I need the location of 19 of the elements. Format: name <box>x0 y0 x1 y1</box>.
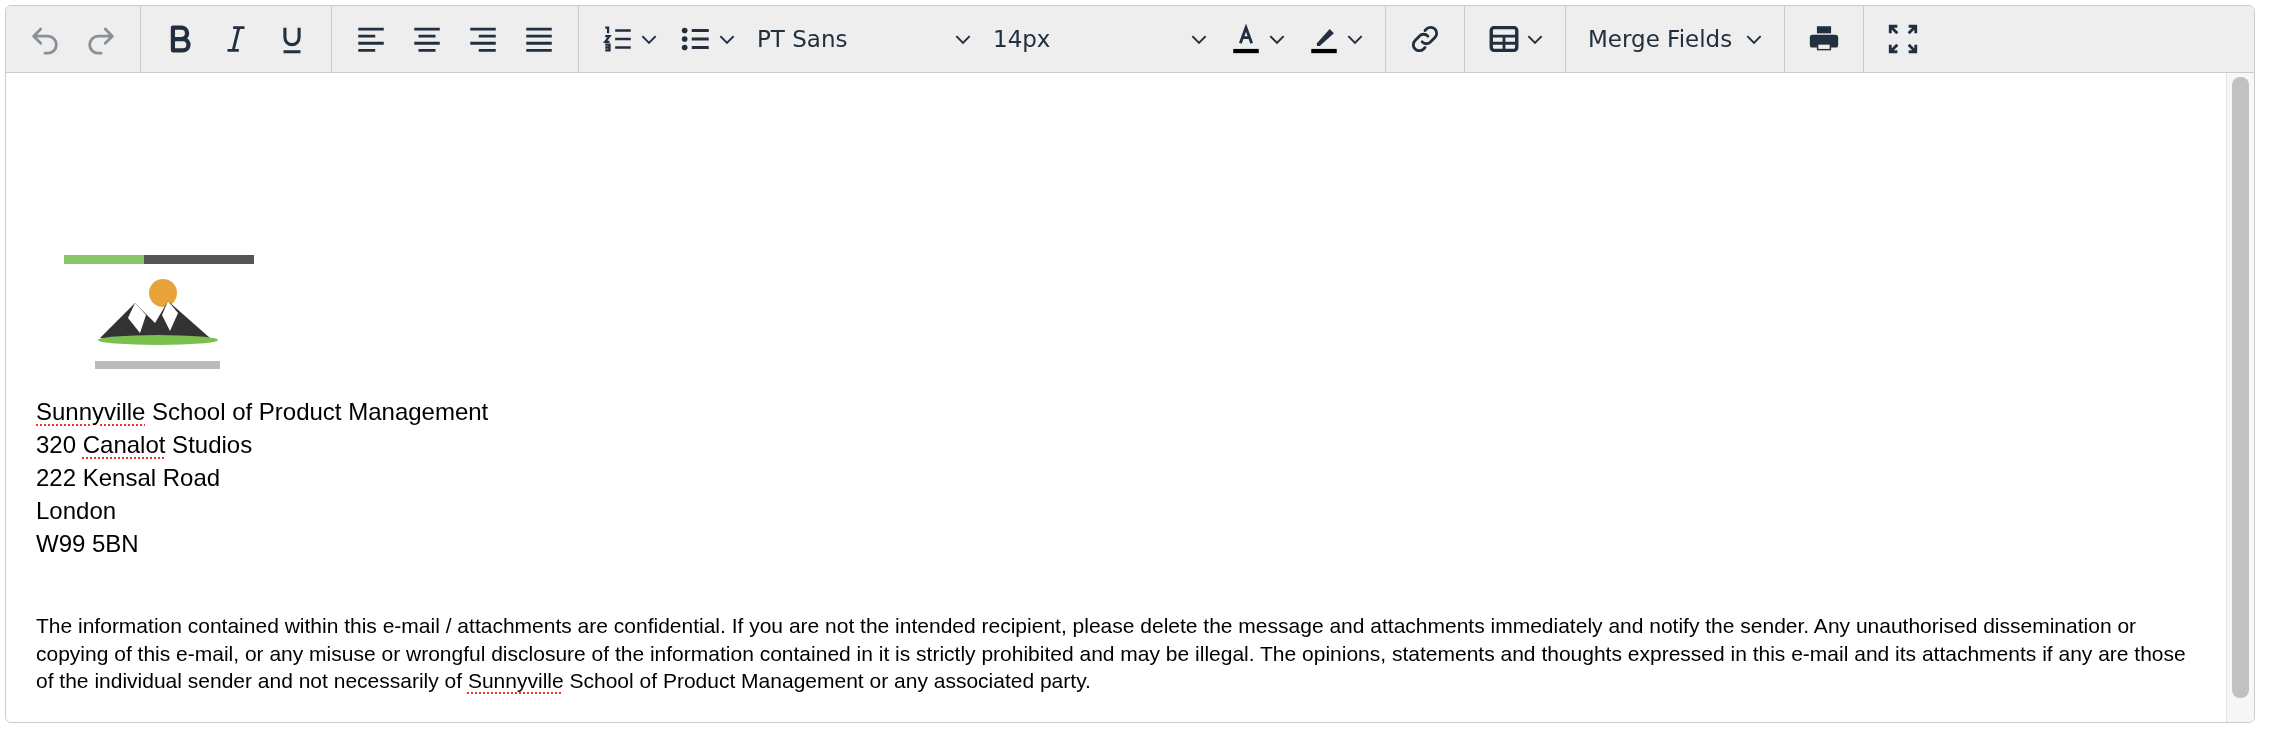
caret-icon <box>719 33 735 45</box>
caret-icon <box>1527 33 1543 45</box>
address-line: 320 Canalot Studios <box>36 430 253 460</box>
scrollbar-thumb[interactable] <box>2232 77 2249 698</box>
address-line: Sunnyville School of Product Management <box>36 397 489 427</box>
address-line: London <box>36 496 117 526</box>
scrollbar[interactable] <box>2226 73 2254 722</box>
caret-icon <box>641 33 657 45</box>
disclaimer-paragraph: The information contained within this e-mail / attachments are confidential. If you are not the intended recipient, please delete the message and attachments immediately and notify the sender. Any unauthorised dissemination or copying of this e-mail, or any misuse or wrongful disclosure of the information contained in it is strictly prohibited and may be illegal. The opinions, statements and thoughts expressed in this e-mail and its attachments if any are those of the individual sender and not necessarily of Sunnyville School of Product Management or any associated party. <box>36 613 2187 694</box>
dropdown[interactable]: 14px <box>985 20 1215 58</box>
dropdown[interactable]: PT Sans <box>749 20 979 58</box>
caret-icon <box>955 33 971 45</box>
address-line: 222 Kensal Road <box>36 463 221 493</box>
caret-icon <box>1347 33 1363 45</box>
menu-button[interactable]: Merge Fields <box>1580 20 1771 58</box>
address-line: W99 5BN <box>36 529 139 559</box>
caret-icon <box>1191 33 1207 45</box>
caret-icon <box>1269 33 1285 45</box>
caret-icon <box>1746 33 1763 45</box>
